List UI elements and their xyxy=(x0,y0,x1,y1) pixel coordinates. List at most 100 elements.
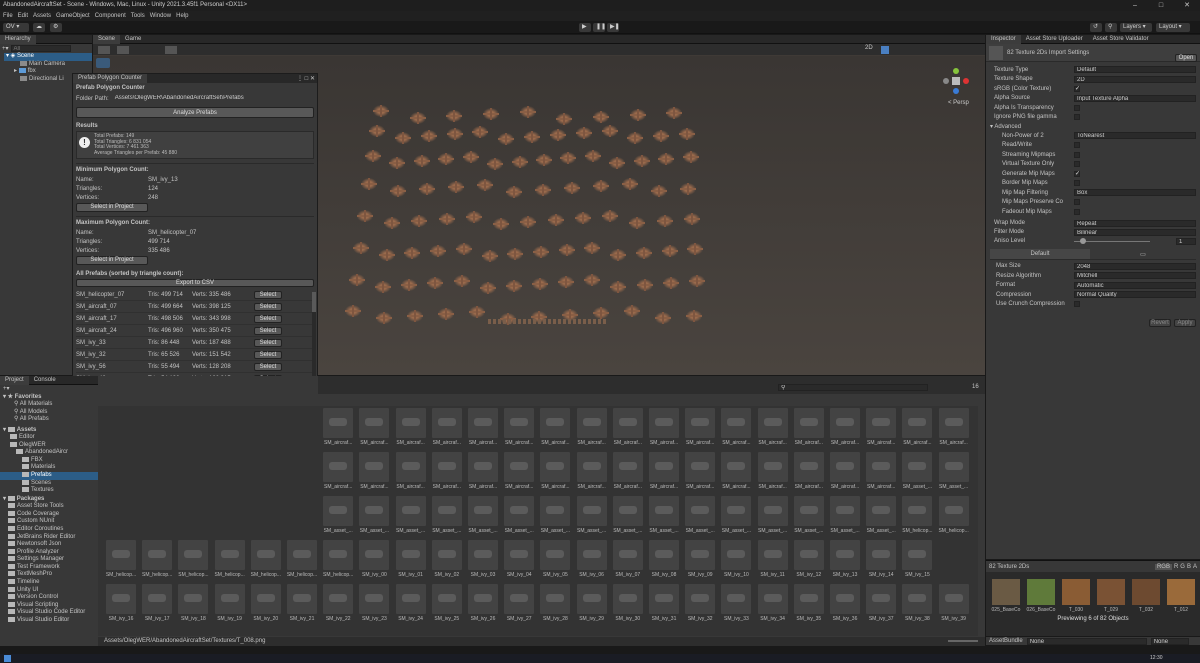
aircraft-model[interactable] xyxy=(446,110,463,122)
favorites-foldout[interactable]: ▾ ★ Favorites xyxy=(0,394,98,402)
aircraft-model[interactable] xyxy=(413,155,430,167)
asset-thumbnail[interactable] xyxy=(612,408,643,438)
asset-thumbnail[interactable] xyxy=(468,540,498,570)
aircraft-model[interactable] xyxy=(493,218,510,230)
asset-thumbnail[interactable] xyxy=(250,540,281,570)
pivot-tool-icon[interactable] xyxy=(117,46,129,54)
aircraft-model[interactable] xyxy=(636,279,653,291)
aircraft-model[interactable] xyxy=(686,310,702,322)
asset-thumbnail[interactable] xyxy=(938,584,969,614)
asset-thumbnail[interactable] xyxy=(431,584,462,614)
orientation-gizmo[interactable] xyxy=(943,68,969,94)
asset-thumbnail[interactable] xyxy=(902,584,933,614)
asset-thumbnail[interactable] xyxy=(576,496,607,526)
menu-component[interactable]: Component xyxy=(95,11,126,21)
asset-thumbnail[interactable] xyxy=(793,584,824,614)
asset-thumbnail[interactable] xyxy=(359,408,390,438)
asset-thumbnail[interactable] xyxy=(540,496,571,526)
aircraft-model[interactable] xyxy=(427,277,444,289)
aircraft-model[interactable] xyxy=(455,243,472,255)
folder-item[interactable]: Prefabs xyxy=(0,471,98,480)
small-prop-model[interactable] xyxy=(558,319,561,324)
aircraft-model[interactable] xyxy=(584,242,601,254)
texture-thumbnail[interactable] xyxy=(1027,579,1055,605)
aircraft-model[interactable] xyxy=(483,108,499,120)
aircraft-model[interactable] xyxy=(635,247,652,259)
asset-thumbnail[interactable] xyxy=(395,408,426,438)
asset-thumbnail[interactable] xyxy=(685,408,716,438)
aircraft-model[interactable] xyxy=(419,183,435,195)
zoom-slider[interactable] xyxy=(948,640,978,642)
menu-gameobject[interactable]: GameObject xyxy=(56,11,90,21)
hierarchy-item-scene[interactable]: ▾ ◈ Scene xyxy=(4,53,92,61)
aircraft-model[interactable] xyxy=(345,305,361,317)
property-dropdown[interactable]: 2048 xyxy=(1074,262,1196,270)
small-prop-model[interactable] xyxy=(543,319,546,324)
asset-thumbnail[interactable] xyxy=(649,540,679,570)
asset-thumbnail[interactable] xyxy=(142,584,173,614)
aircraft-model[interactable] xyxy=(487,158,504,170)
asset-thumbnail[interactable] xyxy=(504,496,535,526)
small-prop-model[interactable] xyxy=(568,319,571,324)
small-prop-model[interactable] xyxy=(513,319,516,324)
channel-b[interactable]: B xyxy=(1187,564,1191,570)
aircraft-model[interactable] xyxy=(658,153,675,165)
package-item[interactable]: Editor Coroutines xyxy=(0,526,98,534)
asset-thumbnail[interactable] xyxy=(793,452,824,482)
asset-thumbnail[interactable] xyxy=(178,540,209,570)
tab-asset-store-uploader[interactable]: Asset Store Uploader xyxy=(1021,35,1088,44)
package-item[interactable]: Visual Scripting xyxy=(0,601,98,610)
favorite-item[interactable]: ⚲ All Prefabs xyxy=(0,416,98,424)
aircraft-model[interactable] xyxy=(376,312,392,324)
asset-thumbnail[interactable] xyxy=(757,408,788,438)
asset-thumbnail[interactable] xyxy=(395,540,426,570)
mode-2d-toggle[interactable]: 2D xyxy=(865,45,873,51)
cloud-icon[interactable]: ☁ xyxy=(33,23,45,32)
aircraft-model[interactable] xyxy=(430,245,447,257)
aircraft-model[interactable] xyxy=(533,246,549,258)
wrap-dropdown[interactable]: Repeat xyxy=(1074,219,1196,227)
asset-thumbnail[interactable] xyxy=(214,584,245,614)
assetbundle-dropdown[interactable]: None xyxy=(1026,637,1147,645)
analyze-button[interactable]: Analyze Prefabs xyxy=(76,107,314,118)
property-checkbox[interactable] xyxy=(1074,301,1080,308)
asset-thumbnail[interactable] xyxy=(395,496,426,526)
grid-tool-icon[interactable] xyxy=(165,46,177,54)
folder-path-field[interactable]: Assets\OlegWER\AbandonedAircraftSet\Pref… xyxy=(112,95,313,102)
aircraft-model[interactable] xyxy=(407,310,423,322)
asset-thumbnail[interactable] xyxy=(649,584,679,614)
asset-thumbnail[interactable] xyxy=(323,584,354,614)
filter-dropdown[interactable]: Bilinear xyxy=(1074,228,1196,236)
texture-thumbnail[interactable] xyxy=(992,579,1020,605)
small-prop-model[interactable] xyxy=(498,319,501,324)
aircraft-model[interactable] xyxy=(593,111,609,123)
folder-item[interactable]: FBX xyxy=(0,456,98,465)
package-item[interactable]: Profile Analyzer xyxy=(0,548,98,557)
aircraft-model[interactable] xyxy=(438,213,455,225)
aircraft-model[interactable] xyxy=(472,126,489,138)
aircraft-model[interactable] xyxy=(624,305,640,317)
asset-thumbnail[interactable] xyxy=(793,496,824,526)
aircraft-model[interactable] xyxy=(627,132,644,144)
aircraft-model[interactable] xyxy=(438,153,455,165)
platform-tab-standalone[interactable]: ▭ xyxy=(1090,251,1196,258)
aircraft-model[interactable] xyxy=(610,249,627,261)
channel-r[interactable]: R xyxy=(1174,564,1178,570)
aircraft-model[interactable] xyxy=(536,154,552,166)
aircraft-model[interactable] xyxy=(651,185,667,197)
asset-thumbnail[interactable] xyxy=(757,584,788,614)
aircraft-model[interactable] xyxy=(662,277,679,289)
small-prop-model[interactable] xyxy=(503,319,506,324)
asset-thumbnail[interactable] xyxy=(793,408,824,438)
small-prop-model[interactable] xyxy=(493,319,496,324)
prefab-select-button[interactable]: Select xyxy=(254,338,282,347)
asset-thumbnail[interactable] xyxy=(576,540,607,570)
aircraft-model[interactable] xyxy=(401,279,418,291)
tab-inspector[interactable]: Inspector xyxy=(986,34,1021,44)
aircraft-model[interactable] xyxy=(532,278,548,290)
asset-thumbnail[interactable] xyxy=(721,584,752,614)
package-item[interactable]: Settings Manager xyxy=(0,556,98,564)
aircraft-model[interactable] xyxy=(680,183,696,195)
package-item[interactable]: Timeline xyxy=(0,579,98,587)
min-select-button[interactable]: Select in Project xyxy=(76,203,148,212)
